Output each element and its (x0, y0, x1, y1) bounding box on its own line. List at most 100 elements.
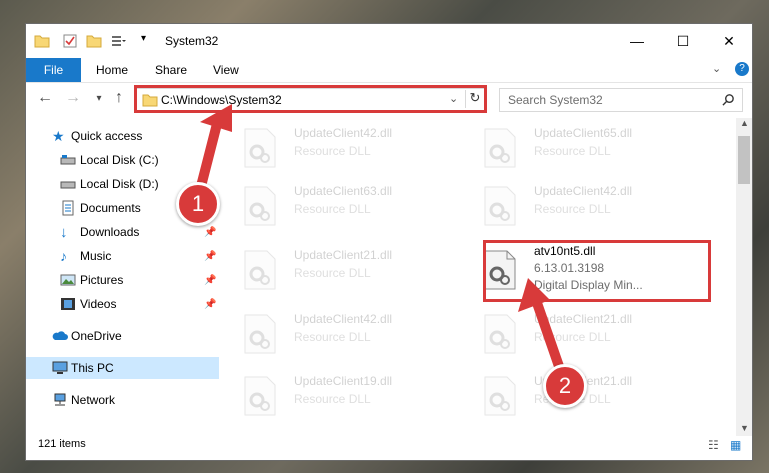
pictures-icon (60, 274, 76, 286)
minimize-button[interactable]: — (614, 24, 660, 58)
nav-label: Quick access (71, 129, 143, 143)
dll-file-icon (484, 128, 516, 168)
window-title: System32 (165, 34, 219, 48)
star-icon: ★ (52, 128, 65, 144)
pin-icon[interactable]: 📌 (204, 275, 216, 286)
file-description: Resource DLL (534, 330, 611, 344)
maximize-button[interactable]: ☐ (660, 24, 706, 58)
large-icons-view-icon[interactable]: ▦ (730, 438, 741, 452)
item-count: 121 items (38, 438, 86, 450)
network-icon (54, 393, 66, 406)
tab-home[interactable]: Home (96, 63, 128, 77)
tab-file[interactable]: File (26, 58, 81, 82)
annotation-badge-1: 1 (176, 182, 220, 226)
properties-icon[interactable] (62, 33, 78, 49)
nav-videos[interactable]: Videos 📌 (26, 293, 219, 315)
download-icon: ↓ (60, 224, 68, 241)
dll-file-icon (244, 314, 276, 354)
file-description: Resource DLL (294, 392, 371, 406)
scroll-up-icon[interactable]: ▲ (740, 118, 749, 128)
customize-toolbar-icon[interactable] (110, 33, 126, 49)
nav-label: Music (80, 249, 112, 263)
scroll-down-icon[interactable]: ▼ (740, 423, 749, 433)
file-item[interactable]: UpdateClient63.dll Resource DLL (229, 176, 459, 230)
file-item[interactable]: UpdateClient42.dll Resource DLL (229, 304, 459, 358)
nav-label: Downloads (80, 225, 140, 239)
nav-label: Network (71, 393, 116, 407)
file-name: UpdateClient21.dll (534, 312, 633, 326)
nav-pictures[interactable]: Pictures 📌 (26, 269, 219, 291)
file-item[interactable]: UpdateClient19.dll Resource DLL (229, 366, 459, 420)
dll-file-icon (244, 376, 276, 416)
dll-file-icon (244, 250, 276, 290)
videos-icon (61, 298, 75, 310)
computer-icon (52, 361, 68, 374)
nav-label: Local Disk (C:) (80, 153, 159, 167)
navigation-pane: ★ Quick access Local Disk (C:) Local Dis… (26, 120, 219, 438)
tab-view[interactable]: View (213, 63, 239, 77)
up-button[interactable]: ↑ (108, 88, 130, 108)
title-bar: ▾ System32 — ☐ ✕ (26, 24, 752, 58)
annotation-badge-2: 2 (543, 364, 587, 408)
file-description: Resource DLL (534, 144, 611, 158)
file-item[interactable]: UpdateClient21.dll Resource DLL (229, 240, 459, 294)
dll-file-icon (484, 376, 516, 416)
file-name: UpdateClient42.dll (294, 312, 393, 326)
expand-ribbon-icon[interactable]: ⌄ (712, 62, 721, 75)
file-description: Resource DLL (294, 144, 371, 158)
file-item[interactable]: UpdateClient42.dll Resource DLL (469, 176, 699, 230)
drive-icon (60, 181, 76, 189)
file-description: Resource DLL (294, 266, 371, 280)
music-icon: ♪ (60, 248, 67, 264)
search-box[interactable]: Search System32 (499, 88, 743, 112)
vertical-scrollbar[interactable]: ▲ ▼ (736, 118, 752, 436)
drive-icon (60, 155, 76, 165)
nav-network[interactable]: Network (26, 389, 219, 411)
nav-label: OneDrive (71, 329, 122, 343)
tab-share[interactable]: Share (155, 63, 187, 77)
file-name: UpdateClient21.dll (294, 248, 393, 262)
close-button[interactable]: ✕ (706, 24, 752, 58)
documents-icon (62, 200, 74, 216)
dll-file-icon (484, 314, 516, 354)
nav-quick-access[interactable]: ★ Quick access (26, 125, 219, 147)
back-button[interactable]: ← (34, 88, 56, 108)
explorer-window: ▾ System32 — ☐ ✕ File Home Share View ⌄ … (26, 24, 752, 460)
scrollbar-thumb[interactable] (738, 136, 750, 184)
file-item[interactable]: UpdateClient65.dll Resource DLL (469, 118, 699, 172)
help-icon[interactable]: ? (735, 62, 749, 76)
nav-this-pc[interactable]: This PC (26, 357, 219, 379)
file-name: UpdateClient42.dll (534, 184, 633, 198)
nav-label: Local Disk (D:) (80, 177, 159, 191)
file-name: UpdateClient42.dll (294, 126, 393, 140)
file-name: UpdateClient65.dll (534, 126, 633, 140)
file-description: Resource DLL (294, 330, 371, 344)
dll-file-icon (244, 186, 276, 226)
pin-icon[interactable]: 📌 (204, 299, 216, 310)
forward-button[interactable]: → (62, 88, 84, 108)
nav-label: Pictures (80, 273, 124, 287)
pin-icon[interactable]: 📌 (204, 251, 216, 262)
nav-onedrive[interactable]: OneDrive (26, 325, 219, 347)
chevron-down-icon[interactable]: ▾ (141, 33, 146, 44)
nav-local-disk-c[interactable]: Local Disk (C:) (26, 149, 219, 171)
pin-icon[interactable]: 📌 (204, 227, 216, 238)
folder-icon (34, 35, 50, 48)
cloud-icon (52, 331, 68, 340)
file-item[interactable]: UpdateClient21.dll Resource DLL (469, 304, 699, 358)
file-highlight-box (483, 240, 711, 302)
file-item[interactable]: UpdateClient42.dll Resource DLL (229, 118, 459, 172)
dll-file-icon (244, 128, 276, 168)
nav-music[interactable]: ♪ Music 📌 (26, 245, 219, 267)
address-highlight-box (134, 85, 487, 113)
search-input[interactable]: Search System32 (508, 93, 603, 107)
file-description: Resource DLL (534, 202, 611, 216)
new-folder-icon[interactable] (86, 33, 102, 49)
recent-locations-button[interactable]: ▾ (88, 88, 110, 108)
nav-label: This PC (71, 361, 114, 375)
search-icon[interactable] (722, 93, 735, 106)
dll-file-icon (484, 186, 516, 226)
nav-label: Documents (80, 201, 141, 215)
details-view-icon[interactable]: ☷ (708, 438, 719, 452)
ribbon: File Home Share View ⌄ ? (26, 58, 752, 83)
